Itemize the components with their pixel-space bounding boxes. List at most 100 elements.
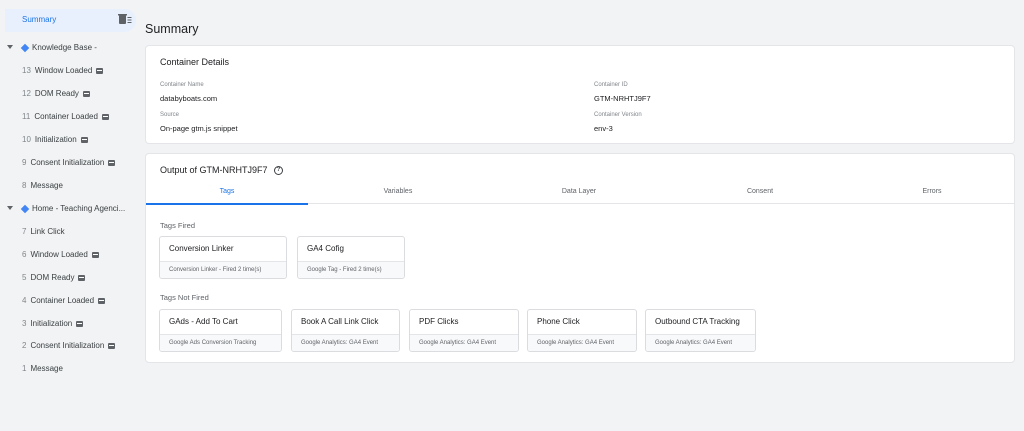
sidebar-event[interactable]: 10 Initialization — [22, 135, 88, 149]
tag-card-gads-add-to-cart[interactable]: GAds - Add To Cart Google Ads Conversion… — [159, 309, 282, 352]
sidebar-event[interactable]: 12 DOM Ready — [22, 89, 90, 103]
page-title: Summary — [145, 22, 199, 36]
sidebar: Summary Knowledge Base - 13 Window Loaded… — [0, 0, 140, 431]
source-label: Source — [160, 112, 180, 118]
event-name: Message — [30, 181, 63, 190]
diamond-icon — [20, 204, 30, 214]
event-number: 11 — [22, 112, 31, 121]
event-name: Link Click — [30, 227, 65, 236]
container-id-label: Container ID — [594, 82, 628, 88]
event-number: 13 — [22, 66, 31, 75]
tag-type: Google Analytics: GA4 Event — [410, 334, 518, 351]
sidebar-event[interactable]: 13 Window Loaded — [22, 66, 104, 80]
event-number: 8 — [22, 181, 27, 190]
event-number: 5 — [22, 273, 27, 282]
sidebar-event[interactable]: 6 Window Loaded — [22, 250, 99, 264]
tag-type: Google Tag - Fired 2 time(s) — [298, 261, 404, 278]
event-badge-icon — [78, 275, 86, 281]
sidebar-event[interactable]: 9 Consent Initialization — [22, 158, 116, 172]
sidebar-event[interactable]: 1 Message — [22, 364, 63, 378]
tag-name: Book A Call Link Click — [301, 317, 379, 326]
event-badge-icon — [108, 343, 116, 349]
tag-card-pdf-clicks[interactable]: PDF Clicks Google Analytics: GA4 Event — [409, 309, 519, 352]
tag-type: Conversion Linker - Fired 2 time(s) — [160, 261, 286, 278]
event-badge-icon — [76, 321, 84, 327]
sidebar-page-home[interactable]: Home - Teaching Agenci... — [5, 203, 139, 219]
tags-fired-label: Tags Fired — [160, 221, 196, 230]
event-name: Consent Initialization — [30, 158, 105, 167]
container-version-value: env-3 — [594, 124, 613, 133]
caret-down-icon[interactable] — [7, 206, 13, 210]
event-name: Container Loaded — [30, 296, 95, 305]
tag-card-outbound-cta[interactable]: Outbound CTA Tracking Google Analytics: … — [645, 309, 756, 352]
event-number: 12 — [22, 89, 31, 98]
output-card: Output of GTM-NRHTJ9F7 ? Tags Variables … — [145, 153, 1015, 363]
container-details-card: Container Details Container Name databyb… — [145, 45, 1015, 144]
tag-card-conversion-linker[interactable]: Conversion Linker Conversion Linker - Fi… — [159, 236, 287, 279]
event-number: 9 — [22, 158, 27, 167]
event-name: Container Loaded — [34, 112, 98, 121]
event-number: 6 — [22, 250, 27, 259]
sidebar-event[interactable]: 7 Link Click — [22, 227, 65, 241]
sidebar-page-title: Home - Teaching Agenci... — [32, 204, 126, 213]
event-badge-icon — [80, 137, 88, 143]
event-name: Initialization — [34, 135, 77, 144]
diamond-icon — [20, 43, 30, 53]
output-tabs: Tags Variables Data Layer Consent Errors — [146, 182, 1014, 205]
delete-list-icon[interactable] — [118, 14, 132, 26]
event-number: 1 — [22, 364, 27, 373]
caret-down-icon[interactable] — [7, 45, 13, 49]
event-name: DOM Ready — [34, 89, 79, 98]
sidebar-item-summary-label: Summary — [22, 15, 57, 24]
tag-name: GAds - Add To Cart — [169, 317, 238, 326]
event-name: Initialization — [30, 319, 73, 328]
tag-card-book-a-call[interactable]: Book A Call Link Click Google Analytics:… — [291, 309, 400, 352]
event-name: Message — [30, 364, 63, 373]
sidebar-page-knowledge-base[interactable]: Knowledge Base - — [5, 42, 135, 58]
sidebar-event[interactable]: 8 Message — [22, 181, 63, 195]
tag-name: Conversion Linker — [169, 244, 234, 253]
container-id-value: GTM-NRHTJ9F7 — [594, 94, 651, 103]
tag-type: Google Analytics: GA4 Event — [292, 334, 399, 351]
container-name-label: Container Name — [160, 82, 204, 88]
output-title: Output of GTM-NRHTJ9F7 — [160, 165, 268, 175]
event-badge-icon — [96, 68, 104, 74]
help-circle-icon[interactable]: ? — [274, 166, 283, 175]
tag-name: PDF Clicks — [419, 317, 459, 326]
event-number: 4 — [22, 296, 27, 305]
tag-type: Google Analytics: GA4 Event — [528, 334, 636, 351]
tab-consent[interactable]: Consent — [670, 182, 850, 204]
event-name: Consent Initialization — [30, 341, 105, 350]
sidebar-event[interactable]: 11 Container Loaded — [22, 112, 109, 126]
event-badge-icon — [91, 252, 99, 258]
tab-variables[interactable]: Variables — [308, 182, 488, 204]
container-details-title: Container Details — [160, 57, 230, 67]
sidebar-item-summary[interactable]: Summary — [5, 9, 136, 32]
event-badge-icon — [98, 298, 106, 304]
tab-tags[interactable]: Tags — [146, 182, 308, 205]
tag-card-ga4-cofig[interactable]: GA4 Cofig Google Tag - Fired 2 time(s) — [297, 236, 405, 279]
event-number: 10 — [22, 135, 31, 144]
event-badge-icon — [82, 91, 90, 97]
source-value: On-page gtm.js snippet — [160, 124, 238, 133]
sidebar-event[interactable]: 4 Container Loaded — [22, 296, 106, 310]
tags-not-fired-label: Tags Not Fired — [160, 293, 209, 302]
tag-name: Phone Click — [537, 317, 580, 326]
tag-type: Google Analytics: GA4 Event — [646, 334, 755, 351]
event-name: Window Loaded — [34, 66, 93, 75]
sidebar-event[interactable]: 2 Consent Initialization — [22, 341, 116, 355]
sidebar-event[interactable]: 3 Initialization — [22, 319, 84, 333]
tag-name: Outbound CTA Tracking — [655, 317, 740, 326]
tag-type: Google Ads Conversion Tracking — [160, 334, 281, 351]
tab-data-layer[interactable]: Data Layer — [488, 182, 670, 204]
event-number: 7 — [22, 227, 27, 236]
container-version-label: Container Version — [594, 112, 642, 118]
sidebar-event[interactable]: 5 DOM Ready — [22, 273, 86, 287]
event-badge-icon — [101, 114, 109, 120]
tag-card-phone-click[interactable]: Phone Click Google Analytics: GA4 Event — [527, 309, 637, 352]
event-name: DOM Ready — [30, 273, 75, 282]
event-number: 3 — [22, 319, 27, 328]
event-number: 2 — [22, 341, 27, 350]
tab-errors[interactable]: Errors — [850, 182, 1014, 204]
event-name: Window Loaded — [30, 250, 88, 259]
